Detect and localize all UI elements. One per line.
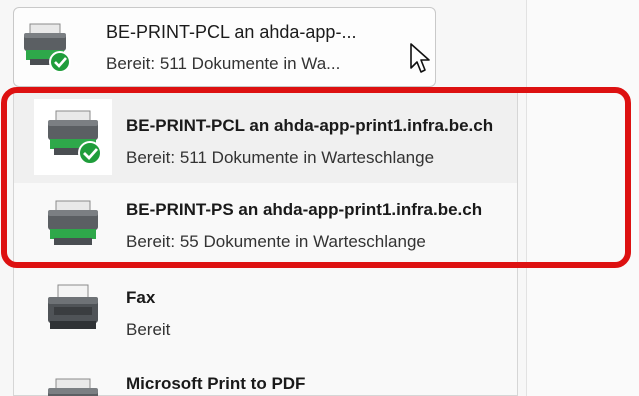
printer-option-name: Microsoft Print to PDF — [126, 374, 306, 393]
printer-option-name: Fax — [126, 288, 156, 307]
printer-dropdown-list: BE-PRINT-PCL an ahda-app-print1.infra.be… — [13, 88, 518, 396]
right-panel — [527, 0, 639, 396]
printer-default-icon — [34, 107, 112, 176]
selected-printer-name: BE-PRINT-PCL an ahda-app-... — [106, 22, 357, 42]
printer-option-status: Bereit: 511 Dokumente in Warteschlange — [126, 148, 435, 167]
printer-icon — [34, 197, 112, 258]
print-dialog: BE-PRINT-PCL an ahda-app-... Bereit: 511… — [0, 0, 639, 396]
printer-option-name: BE-PRINT-PCL an ahda-app-print1.infra.be… — [126, 116, 494, 135]
printer-default-icon — [22, 22, 72, 79]
printer-option[interactable]: Microsoft Print to PDF — [14, 359, 517, 396]
printer-option-status: Bereit — [126, 320, 171, 339]
mouse-cursor-icon — [409, 42, 435, 81]
printer-option[interactable]: BE-PRINT-PS an ahda-app-print1.infra.be.… — [14, 185, 517, 265]
printer-option-name: BE-PRINT-PS an ahda-app-print1.infra.be.… — [126, 200, 483, 219]
printer-icon — [34, 371, 112, 396]
printer-select[interactable]: BE-PRINT-PCL an ahda-app-... Bereit: 511… — [13, 7, 436, 87]
printer-option[interactable]: Fax Bereit — [14, 273, 517, 349]
selected-printer-status: Bereit: 511 Dokumente in Wa... — [106, 54, 341, 73]
printer-option[interactable]: BE-PRINT-PCL an ahda-app-print1.infra.be… — [14, 93, 517, 183]
fax-icon — [34, 283, 112, 344]
panel-divider — [526, 0, 527, 396]
printer-option-status: Bereit: 55 Dokumente in Warteschlange — [126, 232, 426, 251]
